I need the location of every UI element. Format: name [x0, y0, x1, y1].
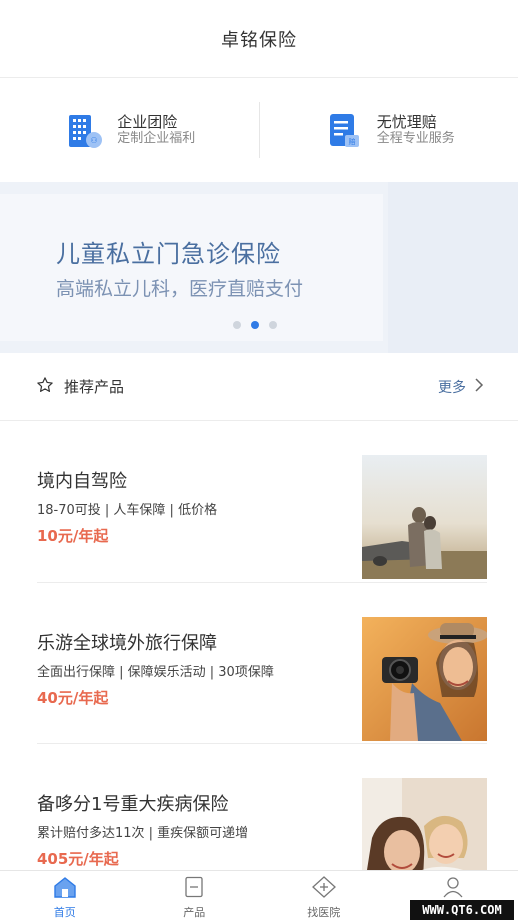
product-title: 乐游全球境外旅行保障: [37, 633, 217, 654]
product-price: 10元/年起: [37, 527, 109, 545]
service-subtitle: 全程专业服务: [376, 131, 455, 146]
more-link[interactable]: 更多: [438, 377, 484, 397]
promo-banner-carousel[interactable]: 儿童私立门急诊保险 高端私立儿科，医疗直赔支付: [0, 182, 518, 353]
product-price: 40元/年起: [37, 689, 109, 707]
claim-document-icon: 赔: [323, 109, 365, 151]
product-image-traveler-camera: [362, 617, 487, 741]
svg-text:赔: 赔: [348, 137, 355, 146]
product-title: 备哆分1号重大疾病保险: [37, 794, 229, 815]
banner-subtitle: 高端私立儿科，医疗直赔支付: [56, 278, 304, 300]
top-header: 卓铭保险: [0, 0, 518, 78]
star-icon: [36, 376, 54, 398]
user-icon: [442, 876, 464, 902]
product-title: 境内自驾险: [37, 471, 127, 492]
product-tags: 全面出行保障 | 保障娱乐活动 | 30项保障: [37, 665, 274, 680]
hospital-icon: [311, 876, 336, 902]
service-title: 企业团险: [117, 113, 178, 131]
carousel-dot[interactable]: [233, 321, 241, 329]
section-title: 推荐产品: [64, 378, 125, 396]
service-subtitle: 定制企业福利: [117, 131, 196, 146]
tab-label: 首页: [53, 906, 76, 919]
product-tags: 累计赔付多达11次 | 重疾保额可递增: [37, 826, 249, 841]
product-card[interactable]: 乐游全球境外旅行保障 全面出行保障 | 保障娱乐活动 | 30项保障 40元/年…: [37, 582, 487, 743]
page-title: 卓铭保险: [221, 29, 297, 51]
carousel-dot[interactable]: [269, 321, 277, 329]
recommend-section-header: 推荐产品 更多: [0, 353, 518, 421]
svg-text:⚇: ⚇: [91, 136, 98, 145]
site-watermark: WWW.QT6.COM: [410, 900, 514, 920]
service-title: 无忧理赔: [376, 113, 437, 131]
banner-next-slide-peek: [388, 182, 518, 353]
carousel-dot-active[interactable]: [251, 321, 259, 329]
tab-label: 产品: [183, 906, 206, 919]
more-label: 更多: [438, 379, 466, 396]
tab-find-hospital[interactable]: 找医院: [259, 871, 389, 922]
chevron-right-icon: [474, 377, 484, 396]
product-price: 405元/年起: [37, 850, 119, 868]
product-image-couple-car: [362, 455, 487, 579]
tab-home[interactable]: 首页: [0, 871, 130, 922]
service-entries: ⚇ 企业团险 定制企业福利 赔 无忧理赔 全程专业服务: [0, 78, 518, 182]
home-icon: [53, 876, 77, 902]
service-claims[interactable]: 赔 无忧理赔 全程专业服务: [260, 102, 518, 158]
building-icon: ⚇: [63, 109, 105, 151]
carousel-indicator: [233, 321, 277, 329]
tab-label: 找医院: [307, 906, 341, 919]
service-group-insurance[interactable]: ⚇ 企业团险 定制企业福利: [0, 102, 259, 158]
banner-title: 儿童私立门急诊保险: [56, 240, 281, 268]
tab-products[interactable]: 产品: [130, 871, 260, 922]
document-icon: [183, 876, 205, 902]
product-tags: 18-70可投 | 人车保障 | 低价格: [37, 503, 218, 518]
product-card[interactable]: 境内自驾险 18-70可投 | 人车保障 | 低价格 10元/年起: [37, 421, 487, 582]
